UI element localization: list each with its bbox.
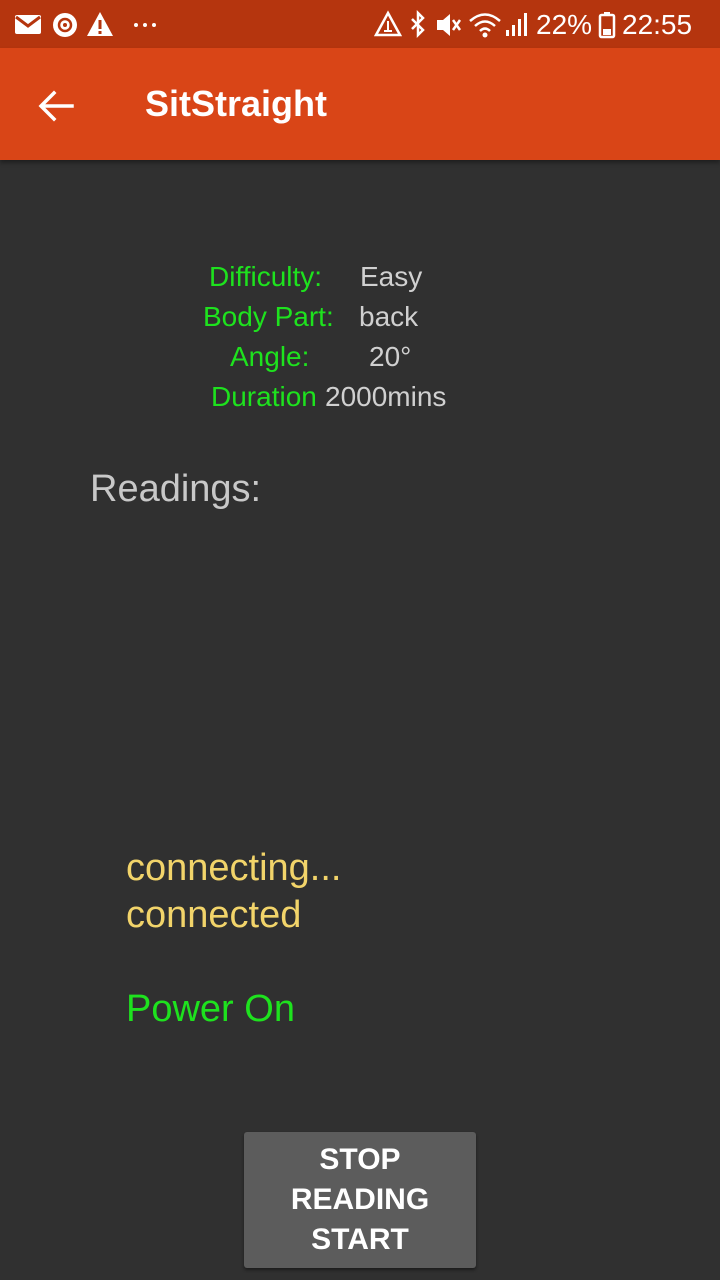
settings-notification-icon — [53, 13, 77, 37]
warning-icon — [87, 12, 113, 36]
difficulty-value: Easy — [360, 261, 423, 292]
status-bar: 22% 22:55 — [0, 0, 720, 48]
difficulty-label: Difficulty: — [209, 261, 323, 292]
battery-icon — [598, 12, 616, 39]
angle-value: 20° — [369, 341, 412, 372]
status-bar-system: 22% 22:55 — [374, 8, 704, 42]
power-status: Power On — [126, 988, 295, 1030]
back-button[interactable] — [28, 78, 84, 134]
button-line-start: START — [311, 1223, 409, 1256]
mail-icon — [15, 15, 41, 34]
page-title: SitStraight — [145, 83, 328, 124]
wifi-icon — [469, 13, 501, 38]
button-line-stop: STOP — [319, 1143, 401, 1176]
bluetooth-icon — [411, 9, 425, 39]
app-bar: SitStraight — [0, 48, 720, 160]
angle-label: Angle: — [230, 341, 310, 372]
duration-label: Duration — [211, 381, 317, 412]
arrow-back-icon — [38, 90, 74, 122]
body-part-value: back — [359, 301, 419, 332]
more-dots-icon — [134, 23, 156, 27]
button-line-reading: READING — [290, 1183, 430, 1216]
duration-value: 2000mins — [325, 381, 447, 412]
mute-icon — [437, 14, 462, 36]
body-part-label: Body Part: — [203, 301, 334, 332]
log-connected: connected — [126, 894, 302, 936]
readings-label: Readings: — [90, 468, 262, 510]
battery-percent: 22% — [536, 9, 593, 40]
status-time: 22:55 — [622, 9, 693, 40]
signal-icon — [506, 13, 527, 36]
data-saver-icon — [374, 10, 402, 37]
stop-reading-start-button[interactable]: STOP READING START — [244, 1132, 476, 1268]
log-connecting: connecting... — [126, 847, 342, 889]
